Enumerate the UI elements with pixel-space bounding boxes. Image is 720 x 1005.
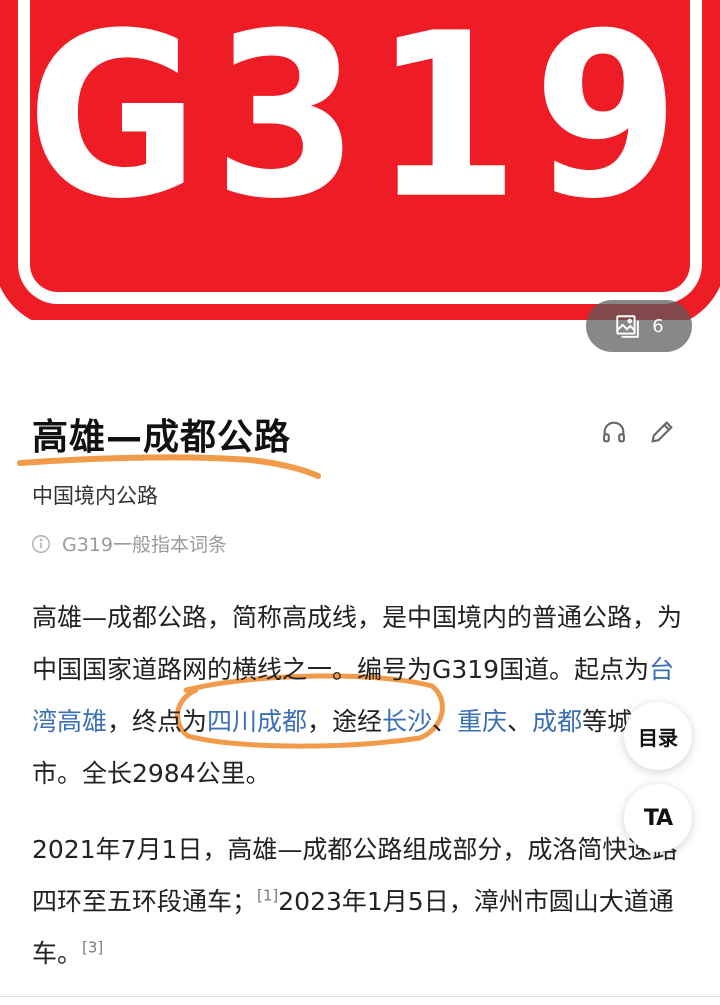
intro-text-3: ，终点为	[107, 707, 208, 736]
disambiguation-notice[interactable]: G319一般指本词条	[30, 530, 227, 557]
info-icon	[32, 534, 50, 553]
paragraph-intro: 高雄—成都公路，简称高成线，是中国境内的普通公路，为中国国家道路网的横线之一。编…	[32, 592, 682, 800]
image-count: 6	[652, 315, 664, 337]
intro-text-4: ，途经	[307, 707, 383, 736]
intro-text-2: 起点为	[574, 655, 650, 684]
route-sign-number: G319	[26, 0, 694, 249]
hero-image[interactable]: G319	[0, 0, 720, 320]
pencil-icon[interactable]	[648, 418, 676, 446]
title-actions	[600, 418, 676, 446]
toc-button[interactable]: 目录	[624, 702, 692, 770]
divider	[0, 996, 720, 997]
link-chengdu[interactable]: 成都	[532, 707, 582, 736]
text-size-button[interactable]: TA	[624, 784, 692, 852]
article-subtitle: 中国境内公路	[32, 484, 158, 508]
reference-1[interactable]: [1]	[257, 887, 278, 905]
intro-text-6: 、	[507, 707, 533, 736]
reference-3[interactable]: [3]	[82, 939, 103, 957]
route-sign: G319	[0, 0, 720, 320]
image-gallery-icon	[616, 315, 640, 338]
image-count-button[interactable]: 6	[586, 300, 692, 352]
intro-text-5: 、	[432, 707, 458, 736]
paragraph-history: 2021年7月1日，高雄—成都公路组成部分，成洛简快速路四环至五环段通车；[1]…	[32, 824, 682, 980]
link-changsha[interactable]: 长沙	[382, 707, 432, 736]
article-title: 高雄—成都公路	[32, 417, 292, 458]
link-sichuan-chengdu[interactable]: 四川成都	[207, 707, 307, 736]
link-chongqing[interactable]: 重庆	[457, 707, 507, 736]
notice-text: G319一般指本词条	[62, 534, 227, 556]
headphones-icon[interactable]	[600, 418, 628, 446]
